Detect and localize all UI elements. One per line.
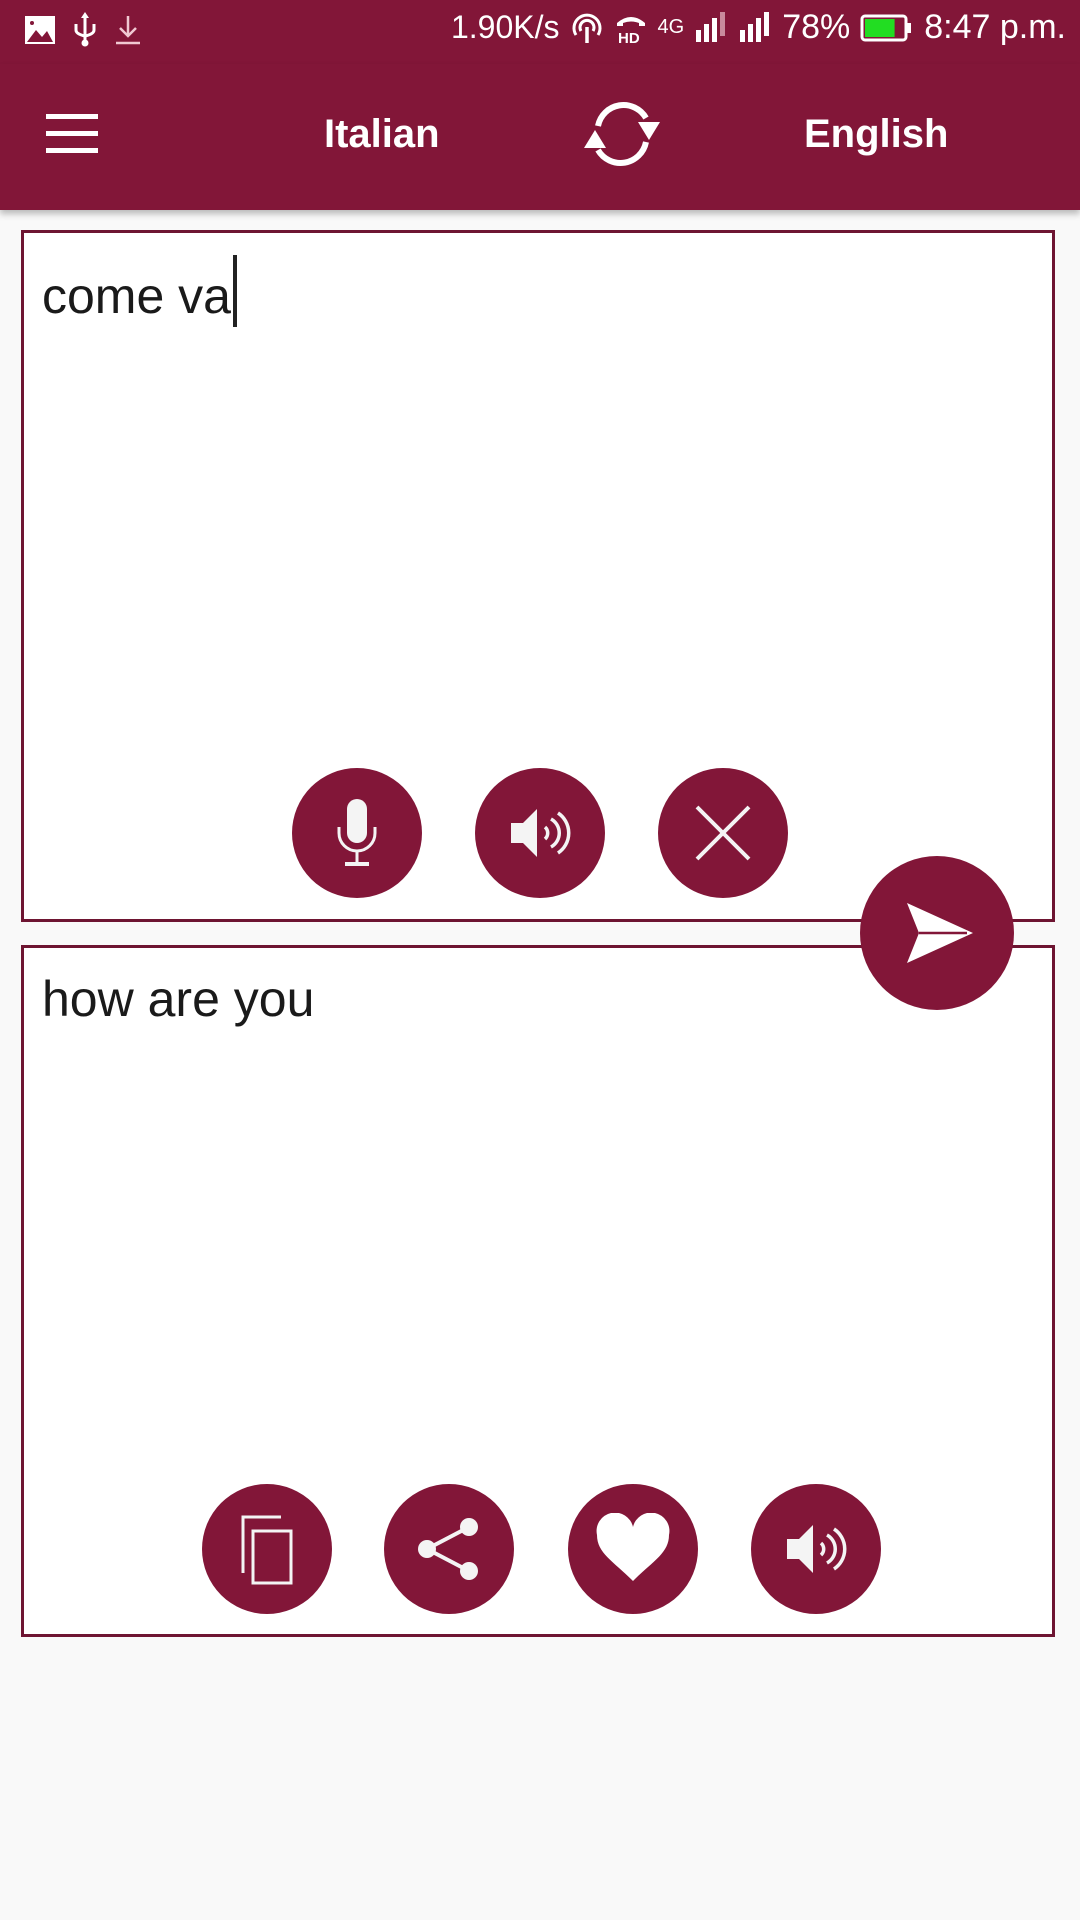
image-icon [25,16,55,44]
translation-text: how are you [42,971,315,1027]
network-type: 4G [657,16,685,38]
copy-icon [241,1515,293,1585]
speaker-icon [787,1525,847,1573]
hd-call-icon: HD [616,16,645,45]
download-icon [116,16,140,45]
status-left-icons [24,12,142,48]
signal-sim1-icon [696,11,726,42]
text-cursor [232,255,237,327]
battery-percent: 78% [782,8,851,46]
swap-languages-button[interactable] [574,92,670,176]
status-bar: 1.90K/s HD 4G 78% 8:47 p.m. [0,0,1080,64]
source-text-box[interactable]: come va [21,230,1055,922]
app-bar: Italian English [0,64,1080,210]
signal-sim2-icon [740,11,770,42]
translate-button[interactable] [860,856,1014,1010]
hotspot-icon [572,13,601,43]
favorite-button[interactable] [568,1484,698,1614]
close-icon [695,805,751,861]
svg-text:HD: HD [618,30,640,45]
battery-icon [860,14,912,41]
clock: 8:47 p.m. [924,8,1066,46]
speak-source-button[interactable] [475,768,605,898]
microphone-icon [337,799,377,866]
speaker-icon [511,809,571,857]
usb-icon [74,12,96,47]
hamburger-menu-icon[interactable] [46,114,98,154]
swap-languages-icon [584,102,660,166]
source-language-selector[interactable]: Italian [324,112,440,157]
status-right: 1.90K/s HD 4G 78% 8:47 p.m. [451,8,1066,47]
microphone-button[interactable] [292,768,422,898]
send-icon [907,903,973,963]
target-language-selector[interactable]: English [804,112,948,157]
clear-button[interactable] [658,768,788,898]
share-button[interactable] [384,1484,514,1614]
heart-icon [596,1513,670,1581]
share-icon [418,1518,478,1580]
battery-fill [865,18,895,37]
net-speed: 1.90K/s [450,9,560,45]
source-text-value: come va [42,268,231,324]
source-text-input[interactable]: come va [42,255,237,327]
translation-text-box: how are you [21,945,1055,1637]
copy-button[interactable] [202,1484,332,1614]
speak-translation-button[interactable] [751,1484,881,1614]
